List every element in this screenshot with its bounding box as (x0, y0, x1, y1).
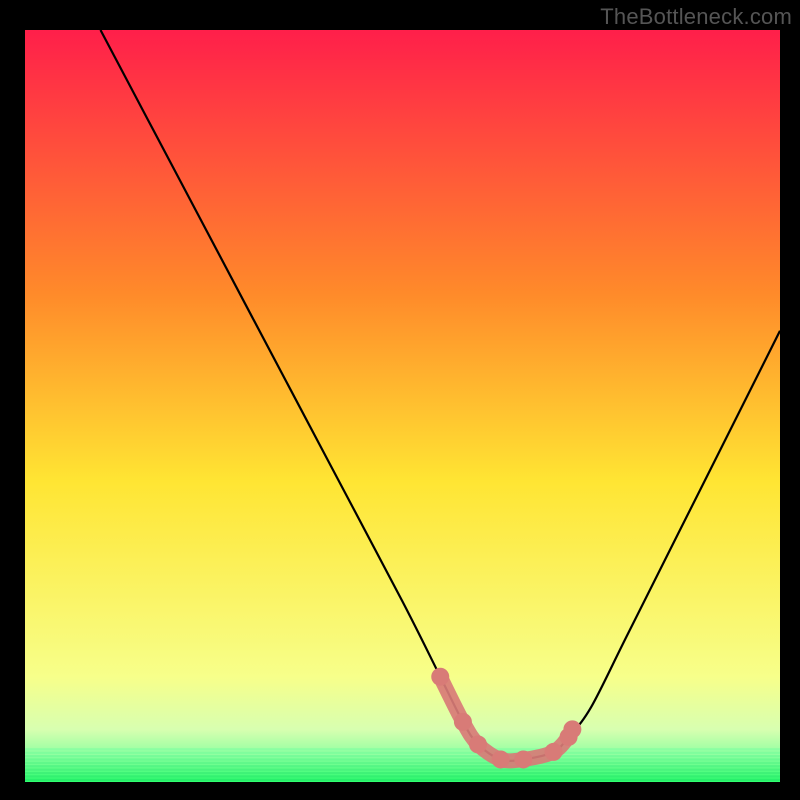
optimal-zone-dot (454, 713, 472, 731)
optimal-zone-dot (431, 668, 449, 686)
optimal-zone-dot (469, 735, 487, 753)
optimal-zone-dot (514, 750, 532, 768)
optimal-zone-dot (545, 743, 563, 761)
bottleneck-chart (0, 0, 800, 800)
chart-plot-bg (25, 30, 780, 782)
optimal-zone-dot (492, 750, 510, 768)
chart-container: TheBottleneck.com (0, 0, 800, 800)
optimal-zone-dot (563, 720, 581, 738)
watermark-text: TheBottleneck.com (600, 4, 792, 30)
